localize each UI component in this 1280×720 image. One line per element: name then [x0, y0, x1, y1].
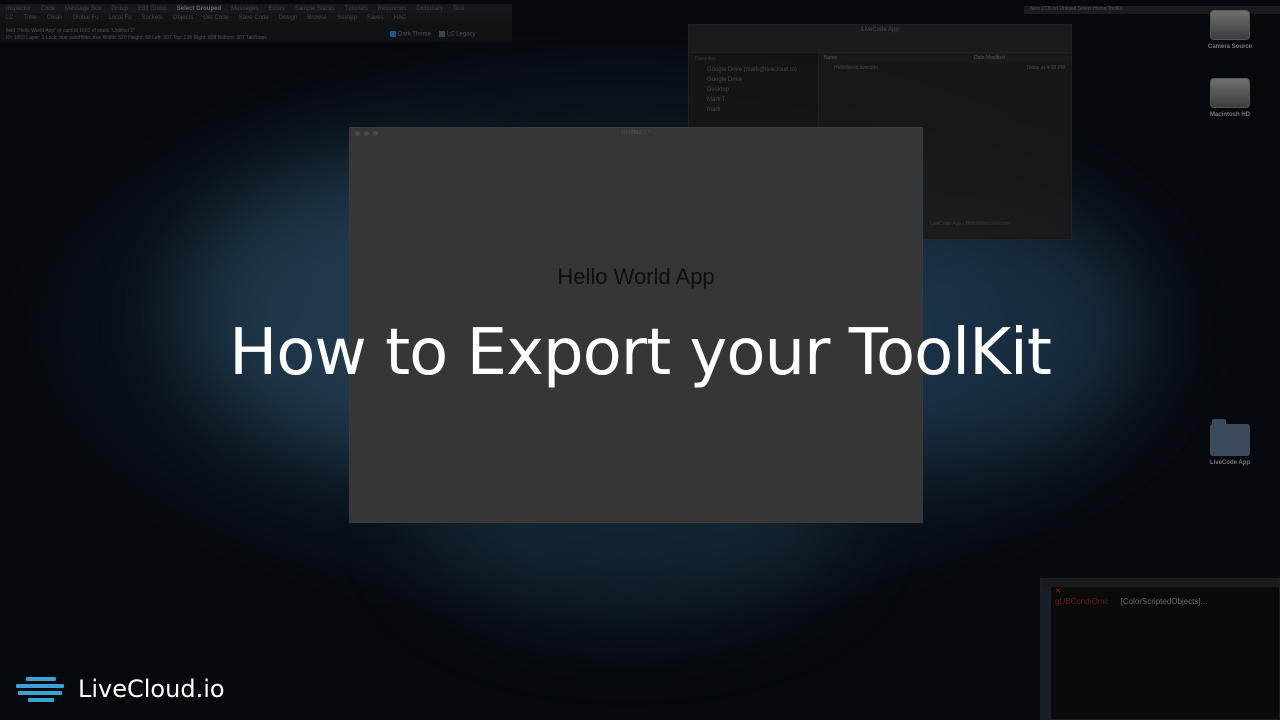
message-box-sidebar: [1041, 587, 1051, 719]
tb2-lc[interactable]: LC: [6, 15, 14, 21]
tb-select-grouped[interactable]: Select Grouped: [177, 6, 221, 12]
object-info-line1: field "Hello World App" of card id 1002 …: [6, 28, 136, 34]
desktop-icon-macintosh-hd[interactable]: Macintosh HD: [1190, 78, 1270, 118]
desktop-icon-camera-source[interactable]: Camera Source: [1190, 10, 1270, 50]
tb2-sockets[interactable]: Sockets: [142, 15, 163, 21]
col-date-header[interactable]: Date Modified: [970, 53, 1009, 63]
toolbar-row-secondary: LC Time Clean Global Fu Local Fu Sockets…: [0, 13, 512, 22]
message-box-titlebar: [1041, 579, 1279, 587]
favorites-header: Favorites: [695, 56, 716, 62]
tb-test[interactable]: Test: [453, 6, 464, 12]
dark-theme-checkbox[interactable]: Dark Theme: [390, 31, 431, 38]
folder-icon: [1210, 419, 1250, 456]
sidebar-item-mark[interactable]: mark: [689, 105, 818, 115]
tb-sample-stacks[interactable]: Sample Stacks: [295, 6, 335, 12]
app-window-title: Untitled 1 *: [621, 130, 651, 136]
close-icon[interactable]: ✕: [1055, 587, 1061, 595]
desktop-icon-label: Camera Source: [1207, 44, 1253, 50]
tb-tutorials[interactable]: Tutorials: [345, 6, 368, 12]
object-info: field "Hello World App" of card id 1002 …: [6, 28, 267, 42]
desktop-icon-livecode-app[interactable]: LiveCode App: [1190, 419, 1270, 466]
tb2-save-code[interactable]: Save Code: [239, 15, 269, 21]
finder-title: LiveCode App: [861, 27, 899, 33]
file-date: Today at 4:08 PM: [1026, 65, 1065, 71]
livecloud-logo: LiveCloud.io: [16, 675, 225, 703]
cloud-stack-icon: [16, 675, 66, 703]
sidebar-item-google-drive-account[interactable]: Google Drive (mark@livecloud.io): [689, 65, 818, 75]
checkbox-unchecked-icon: [438, 31, 445, 37]
lc-legacy-checkbox[interactable]: LC Legacy: [438, 31, 476, 38]
error-text: gUBCondiOmc: [1055, 597, 1109, 606]
tb-message-box[interactable]: Message Box: [65, 6, 101, 12]
video-title: How to Export your ToolKit: [229, 316, 1052, 390]
finder-column-headers: Name Date Modified: [820, 53, 1071, 63]
message-box-window[interactable]: ✕ ✕ gUBCondiOmc [ColorScriptedObjects]..…: [1040, 578, 1280, 720]
tb2-global-fu[interactable]: Global Fu: [72, 15, 98, 21]
tb2-design[interactable]: Design: [279, 15, 298, 21]
toolbar-row-main: Inspector Code Message Box Group Edit Gr…: [0, 4, 512, 13]
livecode-toolbar: Inspector Code Message Box Group Edit Gr…: [0, 4, 512, 42]
tb-messages[interactable]: Messages: [231, 6, 258, 12]
message-box-content: gUBCondiOmc [ColorScriptedObjects]...: [1055, 597, 1207, 606]
tb2-clean[interactable]: Clean: [47, 15, 63, 21]
file-name: HelloWorld.livecode: [834, 65, 879, 71]
dark-theme-label: Dark Theme: [398, 31, 431, 38]
tb2-local-fu[interactable]: Local Fu: [109, 15, 132, 21]
tb-code[interactable]: Code: [41, 6, 55, 12]
tb-inspector[interactable]: Inspector: [6, 6, 31, 12]
hello-world-field[interactable]: Hello World App: [350, 264, 922, 290]
lc-legacy-label: LC Legacy: [446, 31, 476, 38]
tb2-get-code[interactable]: Get Code: [203, 15, 229, 21]
sidebar-item-desktop[interactable]: Desktop: [689, 85, 818, 95]
tb-resources[interactable]: Resources: [378, 6, 407, 12]
theme-checkboxes: Dark Theme LC Legacy: [390, 31, 476, 38]
checkbox-checked-icon: [390, 31, 396, 37]
tb-group[interactable]: Group: [111, 6, 128, 12]
tb-errors[interactable]: Errors: [268, 6, 284, 12]
sidebar-item-mark-t[interactable]: Mark T: [689, 95, 818, 105]
tb-dictionary[interactable]: Dictionary: [416, 6, 443, 12]
tb2-hac[interactable]: HAC: [394, 15, 407, 21]
tb2-saves[interactable]: Saves: [367, 15, 384, 21]
drive-icon: [1210, 10, 1250, 40]
message-text: [ColorScriptedObjects]...: [1120, 597, 1208, 606]
tb2-objects[interactable]: Objects: [173, 15, 193, 21]
file-row[interactable]: HelloWorld.livecode Today at 4:08 PM: [820, 65, 1071, 73]
desktop-icon-label: Macintosh HD: [1209, 112, 1250, 118]
desktop-icon-label: LiveCode App: [1209, 460, 1251, 466]
tb2-browse[interactable]: Browse: [307, 15, 327, 21]
col-name-header[interactable]: Name: [820, 53, 970, 63]
drive-icon: [1210, 78, 1250, 108]
sidebar-item-google-drive[interactable]: Google Drive: [689, 75, 818, 85]
tb2-setapp[interactable]: SetApp: [337, 15, 357, 21]
tb2-time[interactable]: Time: [24, 15, 37, 21]
tb-edit-group[interactable]: Edit Group: [138, 6, 167, 12]
finder-toolbar: LiveCode App: [689, 25, 1071, 53]
logo-text: LiveCloud.io: [78, 675, 225, 703]
object-info-line2: ID: 1003 Layer: 1 Lock: true autoHilite:…: [6, 35, 267, 41]
